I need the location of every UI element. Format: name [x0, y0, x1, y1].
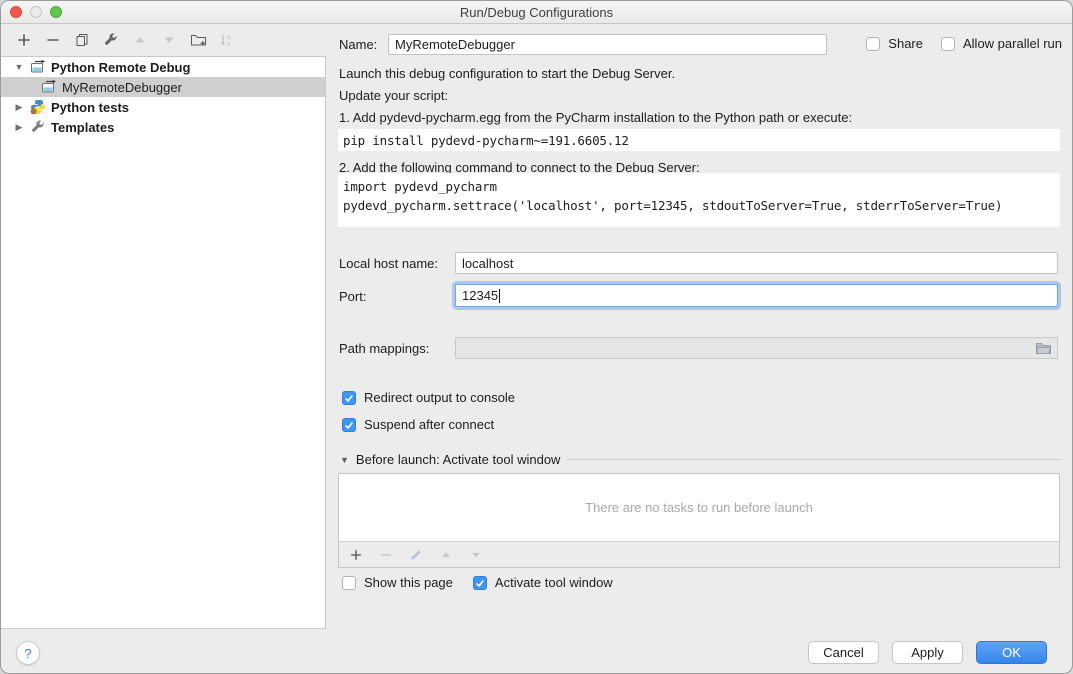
svg-text:a: a — [227, 34, 231, 41]
divider — [567, 459, 1060, 460]
copy-configuration-button[interactable] — [73, 31, 91, 49]
port-value: 12345 — [462, 288, 498, 303]
cancel-button[interactable]: Cancel — [808, 641, 879, 664]
configurations-tree: ▼ Python Remote Debug MyRemoteDebugger ▶ — [1, 56, 326, 629]
tree-item-templates[interactable]: ▶ Templates — [1, 117, 325, 137]
redirect-output-checkbox[interactable] — [342, 391, 356, 405]
allow-parallel-run-label: Allow parallel run — [963, 36, 1062, 51]
remote-debug-icon — [30, 59, 46, 75]
arrow-up-icon — [132, 32, 148, 48]
before-launch-header[interactable]: ▼ Before launch: Activate tool window — [340, 452, 1060, 467]
help-question-mark: ? — [24, 646, 31, 661]
new-folder-icon — [190, 32, 207, 48]
redirect-output-label: Redirect output to console — [364, 390, 515, 405]
minimize-window-button — [30, 6, 42, 18]
ok-button[interactable]: OK — [976, 641, 1047, 664]
wrench-icon — [103, 32, 119, 48]
local-host-name-input[interactable] — [455, 252, 1058, 274]
add-configuration-button[interactable] — [15, 31, 33, 49]
suspend-after-connect-label: Suspend after connect — [364, 417, 494, 432]
remove-configuration-button[interactable] — [44, 31, 62, 49]
settrace-code-block: import pydevd_pycharm pydevd_pycharm.set… — [338, 173, 1060, 227]
tree-item-myremotedebugger[interactable]: MyRemoteDebugger — [1, 77, 325, 97]
port-input[interactable]: 12345 — [455, 284, 1058, 307]
minus-icon — [45, 32, 61, 48]
before-launch-title: Before launch: Activate tool window — [356, 452, 561, 467]
browse-folder-icon[interactable] — [1035, 341, 1052, 355]
configurations-toolbar: a z — [1, 23, 326, 56]
name-input[interactable] — [388, 34, 827, 55]
port-label: Port: — [339, 289, 366, 304]
edit-templates-button[interactable] — [102, 31, 120, 49]
move-task-down-icon — [469, 548, 483, 562]
path-mappings-input[interactable] — [455, 337, 1058, 359]
move-task-up-icon — [439, 548, 453, 562]
plus-icon — [16, 32, 32, 48]
chevron-right-icon[interactable]: ▶ — [13, 102, 25, 113]
before-launch-task-list: There are no tasks to run before launch — [338, 473, 1060, 568]
before-launch-toolbar — [339, 541, 1059, 567]
share-label: Share — [888, 36, 923, 51]
text-caret — [499, 289, 500, 303]
pip-command-text: pip install pydevd-pycharm~=191.6605.12 — [343, 133, 629, 148]
help-button[interactable]: ? — [16, 641, 40, 665]
tree-item-python-tests[interactable]: ▶ Python tests — [1, 97, 325, 117]
instruction-step-1: 1. Add pydevd-pycharm.egg from the PyCha… — [339, 110, 852, 125]
name-label: Name: — [339, 37, 377, 52]
local-host-name-label: Local host name: — [339, 256, 438, 271]
tree-item-label: Templates — [51, 120, 114, 135]
chevron-right-icon[interactable]: ▶ — [13, 122, 25, 133]
apply-button[interactable]: Apply — [892, 641, 963, 664]
window-title: Run/Debug Configurations — [460, 5, 613, 20]
python-tests-icon — [30, 99, 46, 115]
code-line-1: import pydevd_pycharm — [343, 177, 497, 196]
code-line-2: pydevd_pycharm.settrace('localhost', por… — [343, 196, 1002, 215]
check-icon — [475, 578, 485, 588]
tree-item-label: Python Remote Debug — [51, 60, 190, 75]
remove-task-icon — [379, 548, 393, 562]
activate-tool-window-label: Activate tool window — [495, 575, 613, 590]
add-task-icon[interactable] — [349, 548, 363, 562]
check-icon — [344, 420, 354, 430]
before-launch-empty-text: There are no tasks to run before launch — [339, 474, 1059, 541]
tree-item-python-remote-debug[interactable]: ▼ Python Remote Debug — [1, 57, 325, 77]
instruction-line-2: Update your script: — [339, 88, 448, 103]
create-folder-button[interactable] — [189, 31, 207, 49]
instruction-line-1: Launch this debug configuration to start… — [339, 66, 675, 81]
templates-wrench-icon — [30, 119, 46, 135]
share-checkbox[interactable] — [866, 37, 880, 51]
run-debug-configurations-dialog: Run/Debug Configurations — [0, 0, 1073, 674]
tree-item-label: Python tests — [51, 100, 129, 115]
titlebar[interactable]: Run/Debug Configurations — [1, 1, 1072, 24]
show-this-page-label: Show this page — [364, 575, 453, 590]
close-window-button[interactable] — [10, 6, 22, 18]
check-icon — [344, 393, 354, 403]
suspend-after-connect-checkbox[interactable] — [342, 418, 356, 432]
move-up-button — [131, 31, 149, 49]
remote-debug-icon — [41, 79, 57, 95]
zoom-window-button[interactable] — [50, 6, 62, 18]
edit-task-pencil-icon — [409, 548, 423, 562]
copy-icon — [74, 32, 90, 48]
pip-command-block: pip install pydevd-pycharm~=191.6605.12 — [338, 129, 1060, 151]
path-mappings-label: Path mappings: — [339, 341, 429, 356]
collapse-triangle-icon[interactable]: ▼ — [340, 455, 349, 465]
activate-tool-window-checkbox[interactable] — [473, 576, 487, 590]
chevron-down-icon[interactable]: ▼ — [13, 62, 25, 72]
arrow-down-icon — [161, 32, 177, 48]
sort-configurations-button: a z — [218, 31, 236, 49]
svg-text:z: z — [227, 41, 231, 48]
tree-item-label: MyRemoteDebugger — [62, 80, 182, 95]
show-this-page-checkbox[interactable] — [342, 576, 356, 590]
sort-az-icon: a z — [219, 32, 235, 48]
allow-parallel-run-checkbox[interactable] — [941, 37, 955, 51]
move-down-button — [160, 31, 178, 49]
